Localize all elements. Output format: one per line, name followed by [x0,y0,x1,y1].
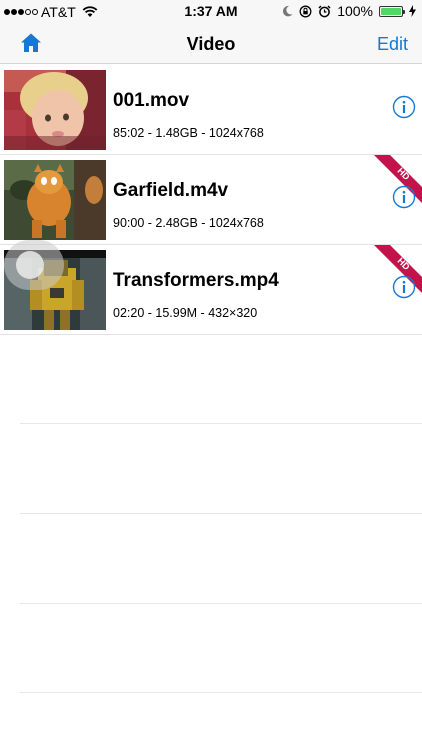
home-icon[interactable] [20,32,42,54]
rotation-lock-icon [299,5,312,17]
video-title: 001.mov [113,90,190,111]
navigation-bar: Video Edit [0,24,422,64]
video-row-001[interactable]: 001.mov 85:02 - 1.48GB - 1024x768 [0,65,422,155]
page-title: Video [186,34,236,54]
assistive-touch-button[interactable] [4,240,64,290]
empty-row-separator [20,513,422,514]
video-thumbnail [4,160,106,240]
info-icon[interactable] [392,275,416,299]
empty-row-separator [20,423,422,424]
empty-row-separator [20,692,422,693]
video-title: Garfield.m4v [113,180,229,201]
video-details: 85:02 - 1.48GB - 1024x768 [113,126,264,140]
battery-icon [379,5,405,17]
video-row-garfield[interactable]: Garfield.m4v 90:00 - 2.48GB - 1024x768 H… [0,155,422,245]
info-icon[interactable] [392,95,416,119]
alarm-icon [318,4,331,17]
charging-bolt-icon [409,5,416,17]
status-right: 100% [282,3,416,19]
video-title: Transformers.mp4 [113,270,279,291]
moon-icon [283,5,293,17]
info-icon[interactable] [392,185,416,209]
video-thumbnail [4,70,106,150]
status-bar: AT&T 1:37 AM 100% [0,0,422,24]
video-details: 90:00 - 2.48GB - 1024x768 [113,216,264,230]
empty-row-separator [20,603,422,604]
battery-percentage: 100% [337,3,373,19]
edit-button[interactable]: Edit [377,34,408,55]
video-details: 02:20 - 15.99M - 432×320 [113,306,258,320]
